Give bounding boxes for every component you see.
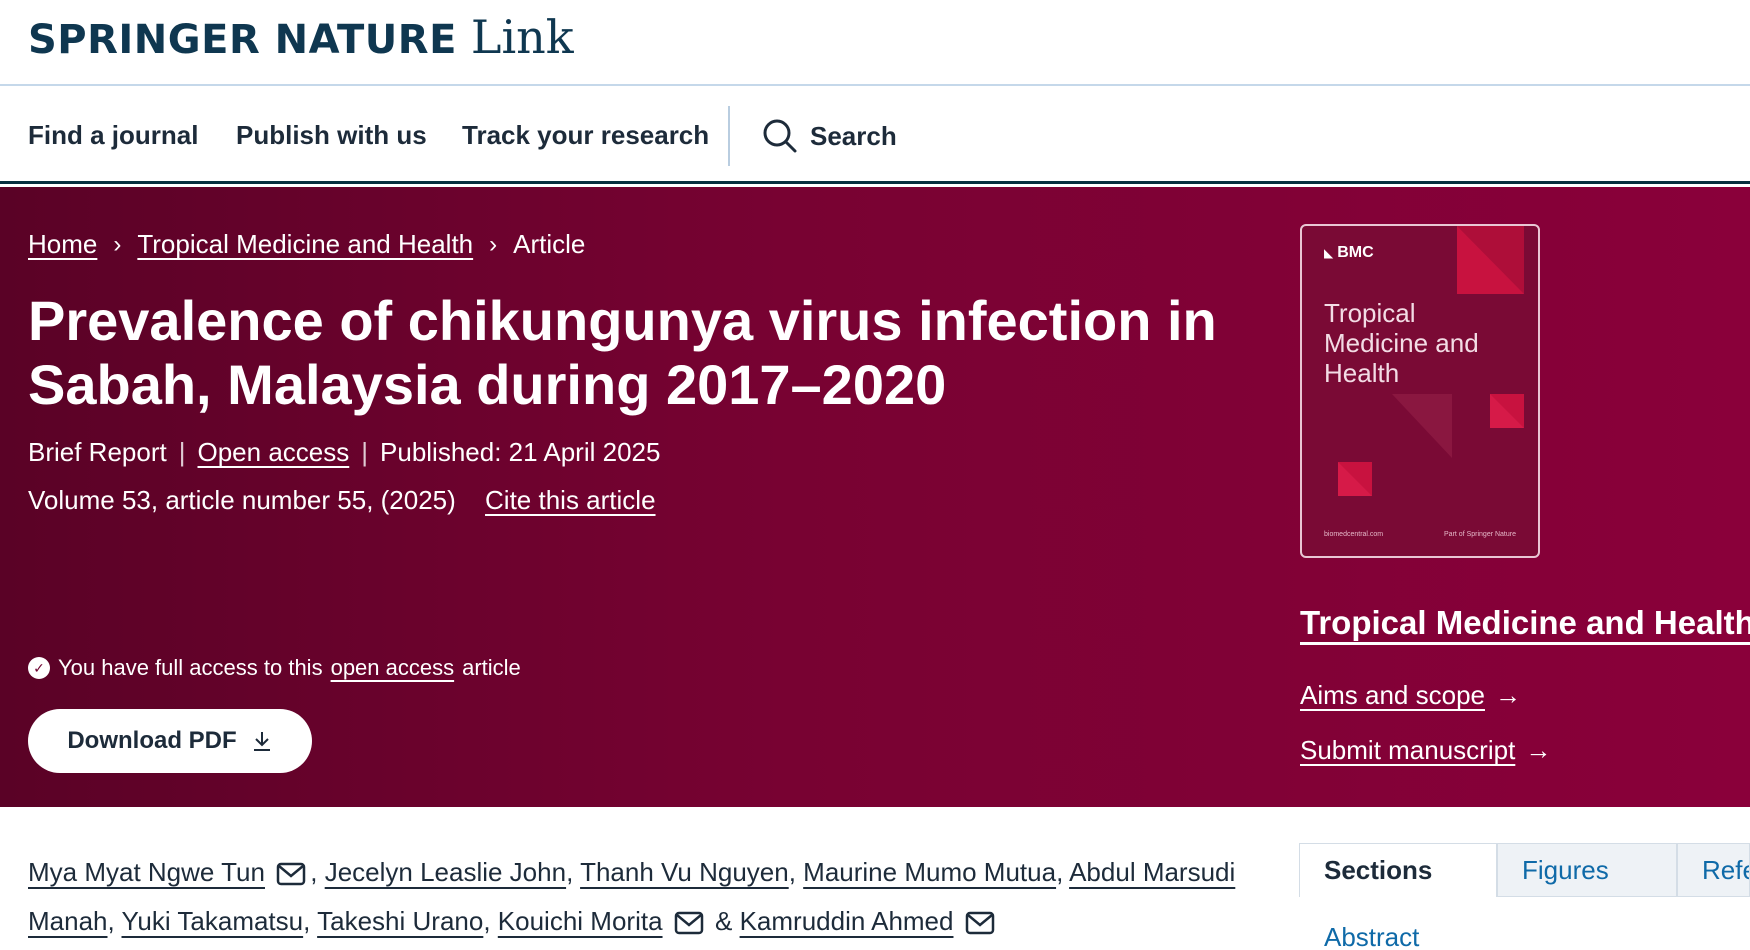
site-header: SPRINGER NATURE Link <box>0 0 1750 86</box>
author-separator: , <box>303 906 311 936</box>
download-pdf-button[interactable]: Download PDF <box>28 709 312 773</box>
cover-publisher: ◣ BMC <box>1324 244 1374 262</box>
article-meta: Brief Report | Open access | Published: … <box>28 437 660 468</box>
access-notice-link[interactable]: open access <box>331 655 455 681</box>
open-access-link[interactable]: Open access <box>198 437 350 468</box>
author-link[interactable]: Jecelyn Leaslie John <box>325 857 566 887</box>
check-circle-icon: ✓ <box>28 657 50 679</box>
cover-journal-name: Tropical Medicine and Health <box>1324 298 1479 388</box>
search-icon <box>763 119 797 153</box>
download-pdf-label: Download PDF <box>67 727 237 754</box>
springer-nature-link-logo[interactable]: SPRINGER NATURE Link <box>28 10 574 64</box>
breadcrumb-journal[interactable]: Tropical Medicine and Health <box>137 229 473 260</box>
main-navigation: Find a journal Publish with us Track you… <box>0 88 1750 184</box>
cover-footer-right: Part of Springer Nature <box>1444 531 1516 538</box>
author-link[interactable]: Maurine Mumo Mutua <box>803 857 1056 887</box>
meta-separator: | <box>178 437 186 467</box>
breadcrumb-current: Article <box>513 229 586 259</box>
access-notice-suffix: article <box>462 655 521 680</box>
author-link[interactable]: Yuki Takamatsu <box>122 906 304 936</box>
nav-publish-with-us[interactable]: Publish with us <box>236 120 427 151</box>
author-separator: , <box>107 906 115 936</box>
author-link[interactable]: Kouichi Morita <box>498 906 663 936</box>
access-notice: ✓ You have full access to this open acce… <box>28 655 521 681</box>
author-ampersand: & <box>715 906 733 936</box>
author-link[interactable]: Thanh Vu Nguyen <box>580 857 789 887</box>
author-link[interactable]: Kamruddin Ahmed <box>740 906 954 936</box>
submit-manuscript-label: Submit manuscript <box>1300 735 1516 765</box>
author-link[interactable]: Mya Myat Ngwe Tun <box>28 857 265 887</box>
download-icon <box>253 732 270 751</box>
author-separator: , <box>310 857 318 887</box>
nav-find-a-journal[interactable]: Find a journal <box>28 120 198 151</box>
search-label: Search <box>810 120 897 151</box>
chevron-right-icon: › <box>113 230 122 258</box>
author-separator: , <box>788 857 796 887</box>
cover-publisher-text: BMC <box>1337 244 1374 261</box>
nav-track-your-research[interactable]: Track your research <box>462 120 709 151</box>
chevron-right-icon: › <box>489 230 498 258</box>
tab-sections[interactable]: Sections <box>1299 843 1497 897</box>
nav-divider <box>728 106 730 166</box>
aims-and-scope-label: Aims and scope <box>1300 680 1485 710</box>
article-title: Prevalence of chikungunya virus infectio… <box>28 289 1217 416</box>
breadcrumb-home[interactable]: Home <box>28 229 97 260</box>
tab-references[interactable]: References <box>1677 843 1750 897</box>
email-icon[interactable] <box>965 911 995 935</box>
author-separator: , <box>566 857 574 887</box>
arrow-right-icon: → <box>1525 735 1552 765</box>
access-notice-prefix: You have full access to this <box>58 655 323 680</box>
submit-manuscript-link[interactable]: Submit manuscript → <box>1300 735 1551 766</box>
author-separator: , <box>1056 857 1064 887</box>
cover-graphic <box>1338 226 1524 496</box>
cover-footer-left: biomedcentral.com <box>1324 531 1384 538</box>
author-list: Mya Myat Ngwe Tun , Jecelyn Leaslie John… <box>28 848 1248 946</box>
author-separator: , <box>483 906 491 936</box>
article-hero: Home › Tropical Medicine and Health › Ar… <box>0 187 1750 807</box>
journal-cover-image[interactable]: ◣ BMC Tropical Medicine and Health biome… <box>1300 224 1540 558</box>
cite-this-article-link[interactable]: Cite this article <box>485 485 656 515</box>
bmc-logo-icon: ◣ <box>1324 246 1334 260</box>
breadcrumb: Home › Tropical Medicine and Health › Ar… <box>28 229 585 260</box>
email-icon[interactable] <box>674 911 704 935</box>
article-type: Brief Report <box>28 437 167 467</box>
logo-product: Link <box>470 10 574 64</box>
email-icon[interactable] <box>276 862 306 886</box>
article-volume-line: Volume 53, article number 55, (2025) Cit… <box>28 485 656 516</box>
published-date: Published: 21 April 2025 <box>380 437 661 467</box>
aims-and-scope-link[interactable]: Aims and scope → <box>1300 680 1521 711</box>
journal-title-link[interactable]: Tropical Medicine and Health <box>1300 604 1750 642</box>
search-button[interactable]: Search <box>762 118 897 154</box>
article-volume: Volume 53, article number 55, (2025) <box>28 485 456 515</box>
logo-brand: SPRINGER NATURE <box>28 17 457 63</box>
tab-figures[interactable]: Figures <box>1497 843 1677 897</box>
meta-separator: | <box>361 437 369 467</box>
article-tabs: Sections Figures References <box>1299 843 1750 897</box>
section-link-abstract[interactable]: Abstract <box>1324 922 1419 950</box>
author-link[interactable]: Takeshi Urano <box>317 906 483 936</box>
arrow-right-icon: → <box>1494 680 1521 710</box>
